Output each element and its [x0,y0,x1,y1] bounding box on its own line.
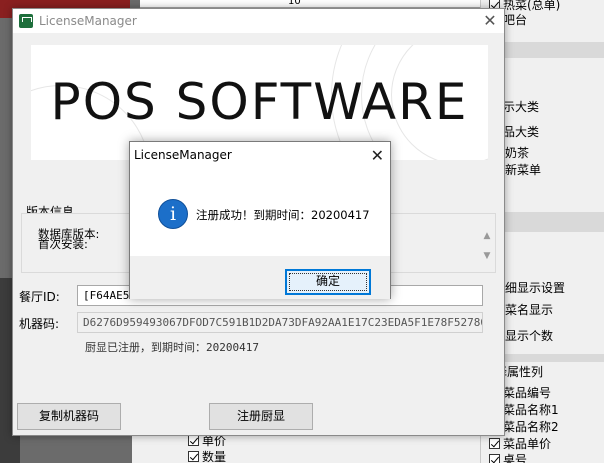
right-panel-item[interactable]: 品大类 [503,123,539,140]
dialog-close-icon[interactable]: ✕ [371,146,384,165]
restaurant-id-label: 餐厅ID: [19,290,60,304]
dialog-title: LicenseManager [134,148,232,162]
background-top-row: 10 [140,0,480,8]
first-install-label: 首次安装: [38,237,88,251]
scrollbar[interactable]: ▲ ▼ [481,226,493,270]
register-kds-button[interactable]: 注册厨显 [209,403,313,430]
dialog-footer: 确定 [130,256,390,299]
banner-title: POS SOFTWARE [50,73,469,131]
window-title: LicenseManager [39,14,137,28]
right-panel-item[interactable]: 显示个数 [505,327,553,344]
machine-code-label: 机器码: [19,317,60,331]
right-panel-item[interactable]: 菜品单价 [489,435,551,452]
copy-machine-code-button[interactable]: 复制机器码 [17,403,121,430]
right-panel-item[interactable]: 桌号 [489,451,527,463]
success-dialog: LicenseManager ✕ i 注册成功！到期时间：20200417 确定 [129,141,391,299]
machine-code-field[interactable]: D6276D959493067DFOD7C591B1D2DA73DFA92AA1… [77,312,483,333]
app-icon [19,14,33,28]
window-titlebar[interactable]: LicenseManager ✕ [13,9,504,33]
background-top-row-value: 10 [288,0,301,7]
background-bottom-item[interactable]: 数量 [188,448,226,463]
right-panel-item[interactable]: 奶茶 [505,144,529,161]
right-panel-item: 示大类 [503,100,540,114]
right-panel-item: 细显示设置 [505,281,566,295]
right-panel-item[interactable]: 新菜单 [505,161,541,178]
ok-button[interactable]: 确定 [285,269,371,295]
dialog-message: 注册成功！到期时间：20200417 [196,208,370,222]
close-icon[interactable]: ✕ [480,12,500,30]
dialog-titlebar[interactable]: LicenseManager ✕ [130,142,390,168]
dialog-body: i 注册成功！到期时间：20200417 [130,168,390,256]
info-icon: i [158,199,188,229]
registration-status: 厨显已注册，到期时间：20200417 [85,341,259,354]
right-panel-item[interactable]: 菜名显示 [505,301,553,318]
